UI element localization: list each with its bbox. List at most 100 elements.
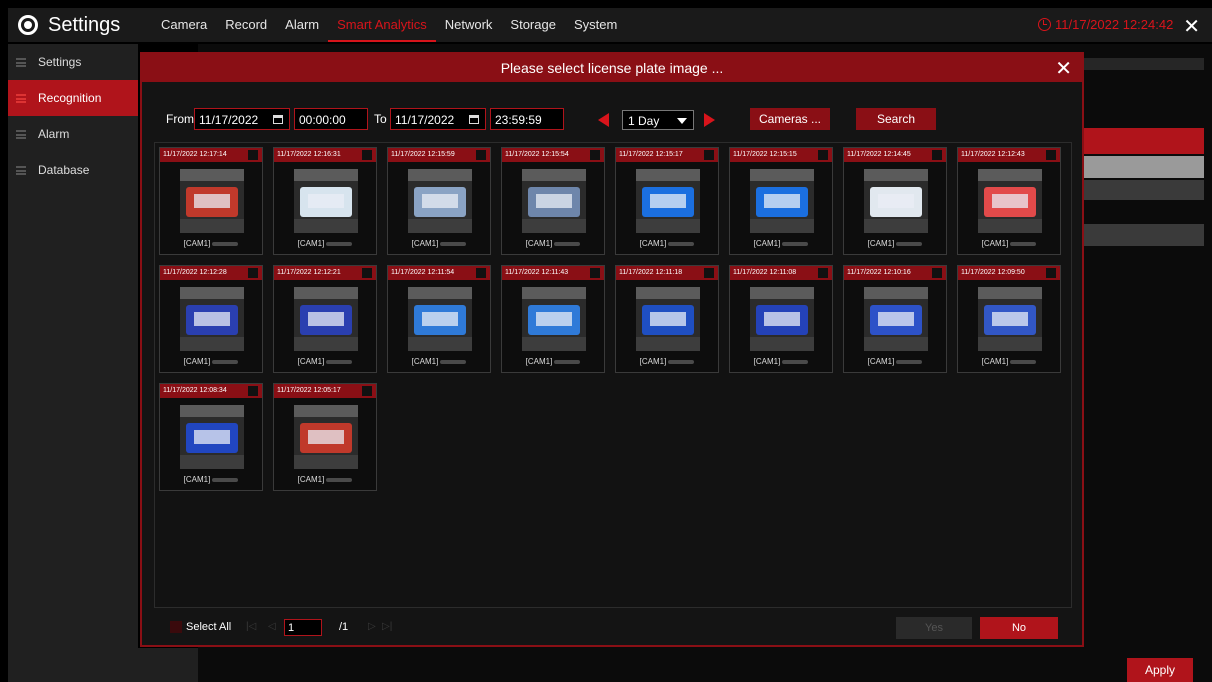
card-checkbox[interactable] bbox=[590, 268, 600, 278]
license-plate-thumbnail[interactable] bbox=[522, 169, 586, 233]
result-card[interactable]: 11/17/2022 12:15:59 [CAM1] bbox=[387, 147, 491, 255]
range-select[interactable]: 1 Day bbox=[622, 110, 694, 130]
result-card[interactable]: 11/17/2022 12:17:14 [CAM1] bbox=[159, 147, 263, 255]
sidebar-item-label: Settings bbox=[38, 55, 82, 69]
card-checkbox[interactable] bbox=[248, 386, 258, 396]
card-checkbox[interactable] bbox=[818, 150, 828, 160]
blurred-plate-number bbox=[554, 359, 581, 364]
to-time-field[interactable]: 23:59:59 bbox=[490, 108, 564, 130]
result-card[interactable]: 11/17/2022 12:10:16 [CAM1] bbox=[843, 265, 947, 373]
nav-smart-analytics[interactable]: Smart Analytics bbox=[328, 8, 436, 42]
last-page-icon[interactable]: ▷| bbox=[382, 621, 392, 632]
previous-range-arrow-icon[interactable] bbox=[598, 113, 609, 127]
calendar-icon[interactable] bbox=[469, 115, 479, 124]
camera-name: [CAM1] bbox=[639, 239, 667, 248]
card-checkbox[interactable] bbox=[362, 150, 372, 160]
to-date-field[interactable]: 11/17/2022 bbox=[390, 108, 486, 130]
license-plate-thumbnail[interactable] bbox=[978, 169, 1042, 233]
system-clock: 11/17/2022 12:24:42 bbox=[1038, 17, 1173, 32]
camera-name: [CAM1] bbox=[183, 239, 211, 248]
card-camera-label: [CAM1] bbox=[730, 357, 832, 366]
from-date-value: 11/17/2022 bbox=[199, 113, 259, 127]
sidebar-item-settings[interactable]: Settings bbox=[8, 44, 138, 80]
license-plate-thumbnail[interactable] bbox=[408, 169, 472, 233]
nav-network[interactable]: Network bbox=[436, 8, 502, 42]
license-plate-thumbnail[interactable] bbox=[750, 287, 814, 351]
card-checkbox[interactable] bbox=[1046, 268, 1056, 278]
close-icon[interactable]: ✕ bbox=[1055, 56, 1072, 81]
card-checkbox[interactable] bbox=[476, 268, 486, 278]
blurred-plate-number bbox=[212, 477, 239, 482]
result-card[interactable]: 11/17/2022 12:15:15 [CAM1] bbox=[729, 147, 833, 255]
sidebar-item-label: Recognition bbox=[38, 91, 102, 105]
previous-page-icon[interactable]: ◁ bbox=[268, 621, 276, 632]
next-page-icon[interactable]: ▷ bbox=[368, 621, 376, 632]
license-plate-thumbnail[interactable] bbox=[294, 169, 358, 233]
from-time-field[interactable]: 00:00:00 bbox=[294, 108, 368, 130]
apply-button[interactable]: Apply bbox=[1127, 658, 1193, 682]
from-date-field[interactable]: 11/17/2022 bbox=[194, 108, 290, 130]
license-plate-thumbnail[interactable] bbox=[978, 287, 1042, 351]
license-plate-thumbnail[interactable] bbox=[180, 287, 244, 351]
cameras-button[interactable]: Cameras ... bbox=[750, 108, 830, 130]
sidebar-item-recognition[interactable]: Recognition bbox=[8, 80, 138, 116]
card-checkbox[interactable] bbox=[476, 150, 486, 160]
card-checkbox[interactable] bbox=[704, 268, 714, 278]
search-button[interactable]: Search bbox=[856, 108, 936, 130]
license-plate-thumbnail[interactable] bbox=[294, 405, 358, 469]
license-plate-thumbnail[interactable] bbox=[180, 405, 244, 469]
card-checkbox[interactable] bbox=[1046, 150, 1056, 160]
page-number-value: 1 bbox=[288, 622, 295, 634]
result-card[interactable]: 11/17/2022 12:09:50 [CAM1] bbox=[957, 265, 1061, 373]
license-plate-thumbnail[interactable] bbox=[408, 287, 472, 351]
card-checkbox[interactable] bbox=[362, 268, 372, 278]
license-plate-thumbnail[interactable] bbox=[864, 169, 928, 233]
result-card[interactable]: 11/17/2022 12:11:43 [CAM1] bbox=[501, 265, 605, 373]
result-card[interactable]: 11/17/2022 12:12:28 [CAM1] bbox=[159, 265, 263, 373]
license-plate-thumbnail[interactable] bbox=[864, 287, 928, 351]
result-card[interactable]: 11/17/2022 12:14:45 [CAM1] bbox=[843, 147, 947, 255]
result-card[interactable]: 11/17/2022 12:15:54 [CAM1] bbox=[501, 147, 605, 255]
result-card[interactable]: 11/17/2022 12:15:17 [CAM1] bbox=[615, 147, 719, 255]
page-number-input[interactable]: 1 bbox=[284, 619, 322, 636]
nav-storage[interactable]: Storage bbox=[501, 8, 565, 42]
card-checkbox[interactable] bbox=[590, 150, 600, 160]
card-checkbox[interactable] bbox=[248, 268, 258, 278]
license-plate-thumbnail[interactable] bbox=[636, 169, 700, 233]
license-plate-thumbnail[interactable] bbox=[636, 287, 700, 351]
card-checkbox[interactable] bbox=[932, 150, 942, 160]
nav-alarm[interactable]: Alarm bbox=[276, 8, 328, 42]
card-checkbox[interactable] bbox=[362, 386, 372, 396]
license-plate-thumbnail[interactable] bbox=[294, 287, 358, 351]
card-camera-label: [CAM1] bbox=[844, 239, 946, 248]
camera-name: [CAM1] bbox=[981, 239, 1009, 248]
close-icon[interactable]: ✕ bbox=[1183, 14, 1200, 39]
license-plate-thumbnail[interactable] bbox=[522, 287, 586, 351]
card-checkbox[interactable] bbox=[248, 150, 258, 160]
result-card[interactable]: 11/17/2022 12:08:34 [CAM1] bbox=[159, 383, 263, 491]
card-checkbox[interactable] bbox=[932, 268, 942, 278]
yes-button[interactable]: Yes bbox=[896, 617, 972, 639]
license-plate-thumbnail[interactable] bbox=[750, 169, 814, 233]
camera-name: [CAM1] bbox=[411, 239, 439, 248]
sidebar-item-database[interactable]: Database bbox=[8, 152, 138, 188]
result-card[interactable]: 11/17/2022 12:12:43 [CAM1] bbox=[957, 147, 1061, 255]
next-range-arrow-icon[interactable] bbox=[704, 113, 715, 127]
calendar-icon[interactable] bbox=[273, 115, 283, 124]
nav-camera[interactable]: Camera bbox=[152, 8, 216, 42]
result-card[interactable]: 11/17/2022 12:05:17 [CAM1] bbox=[273, 383, 377, 491]
result-card[interactable]: 11/17/2022 12:12:21 [CAM1] bbox=[273, 265, 377, 373]
license-plate-thumbnail[interactable] bbox=[180, 169, 244, 233]
card-checkbox[interactable] bbox=[818, 268, 828, 278]
nav-system[interactable]: System bbox=[565, 8, 626, 42]
result-card[interactable]: 11/17/2022 12:16:31 [CAM1] bbox=[273, 147, 377, 255]
select-all-checkbox[interactable] bbox=[170, 621, 182, 633]
nav-record[interactable]: Record bbox=[216, 8, 276, 42]
result-card[interactable]: 11/17/2022 12:11:08 [CAM1] bbox=[729, 265, 833, 373]
result-card[interactable]: 11/17/2022 12:11:18 [CAM1] bbox=[615, 265, 719, 373]
result-card[interactable]: 11/17/2022 12:11:54 [CAM1] bbox=[387, 265, 491, 373]
no-button[interactable]: No bbox=[980, 617, 1058, 639]
sidebar-item-alarm[interactable]: Alarm bbox=[8, 116, 138, 152]
first-page-icon[interactable]: |◁ bbox=[246, 621, 256, 632]
card-checkbox[interactable] bbox=[704, 150, 714, 160]
